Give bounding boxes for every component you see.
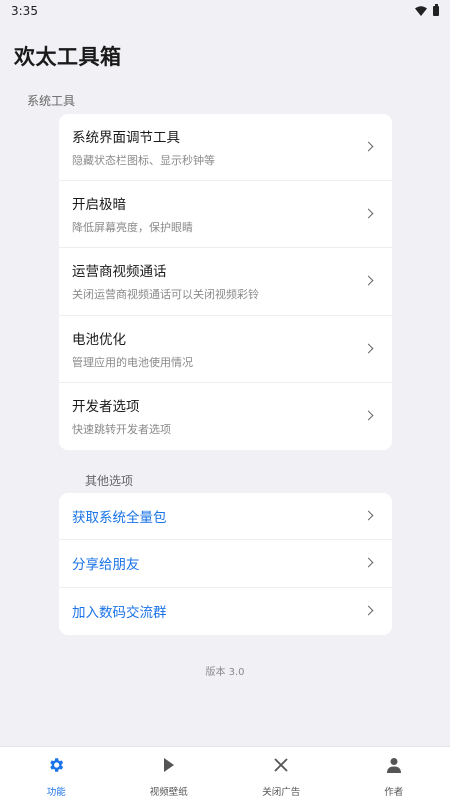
- page-title: 欢太工具箱: [14, 45, 122, 69]
- list-item-subtitle: 关闭运营商视频通话可以关闭视频彩铃: [72, 288, 259, 302]
- list-item-full-package[interactable]: 获取系统全量包: [59, 493, 392, 541]
- status-bar: 3:35: [0, 0, 450, 22]
- section-label-system-tools: 系统工具: [27, 94, 76, 108]
- list-item-title: 电池优化: [72, 331, 126, 348]
- list-item-subtitle: 快速跳转开发者选项: [72, 423, 171, 437]
- other-options-card: 获取系统全量包 分享给朋友 加入数码交流群: [59, 493, 392, 635]
- nav-tab-author[interactable]: 作者: [338, 747, 450, 800]
- list-item-title: 系统界面调节工具: [72, 130, 180, 147]
- list-item-subtitle: 降低屏幕亮度，保护眼睛: [72, 221, 193, 235]
- list-item-link: 分享给朋友: [72, 557, 140, 574]
- list-item-link: 获取系统全量包: [72, 510, 167, 527]
- version-label: 版本 3.0: [205, 667, 245, 678]
- system-tools-card: 系统界面调节工具 隐藏状态栏图标、显示秒钟等 开启极暗 降低屏幕亮度，保护眼睛 …: [59, 114, 392, 450]
- nav-label: 作者: [384, 787, 404, 798]
- list-item-extra-dim[interactable]: 开启极暗 降低屏幕亮度，保护眼睛: [59, 181, 392, 249]
- list-item-subtitle: 隐藏状态栏图标、显示秒钟等: [72, 154, 215, 168]
- nav-tab-video-wallpaper[interactable]: 视频壁纸: [113, 747, 226, 800]
- play-icon: [159, 755, 179, 775]
- gear-icon: [46, 755, 66, 775]
- list-item-carrier-video-call[interactable]: 运营商视频通话 关闭运营商视频通话可以关闭视频彩铃: [59, 248, 392, 316]
- section-label-other-options: 其他选项: [85, 474, 134, 488]
- list-item-title: 开发者选项: [72, 399, 140, 416]
- status-icons: [415, 4, 439, 16]
- person-icon: [384, 755, 404, 775]
- list-item-battery-optimization[interactable]: 电池优化 管理应用的电池使用情况: [59, 316, 392, 383]
- nav-tab-close-ads[interactable]: 关闭广告: [225, 747, 338, 800]
- list-item-link: 加入数码交流群: [72, 605, 167, 622]
- list-item-join-group[interactable]: 加入数码交流群: [59, 588, 392, 635]
- list-item-share[interactable]: 分享给朋友: [59, 540, 392, 588]
- bottom-nav: 功能 视频壁纸 关闭广告 作者: [0, 746, 450, 800]
- app-screen: 3:35 欢太工具箱 系统工具 系统界面调节工具 隐藏状态栏图标、显示秒钟等 开…: [0, 0, 450, 800]
- nav-tab-features[interactable]: 功能: [0, 747, 113, 800]
- close-icon: [271, 755, 291, 775]
- list-item-title: 开启极暗: [72, 197, 126, 214]
- list-item-system-ui-tuner[interactable]: 系统界面调节工具 隐藏状态栏图标、显示秒钟等: [59, 114, 392, 182]
- nav-label: 关闭广告: [262, 787, 301, 798]
- list-item-subtitle: 管理应用的电池使用情况: [72, 355, 193, 369]
- list-item-developer-options[interactable]: 开发者选项 快速跳转开发者选项: [59, 383, 392, 450]
- wifi-icon: [415, 6, 427, 16]
- list-item-title: 运营商视频通话: [72, 264, 167, 281]
- nav-label: 功能: [46, 787, 66, 798]
- status-time: 3:35: [11, 4, 38, 18]
- battery-icon: [433, 4, 439, 16]
- nav-label: 视频壁纸: [149, 787, 188, 798]
